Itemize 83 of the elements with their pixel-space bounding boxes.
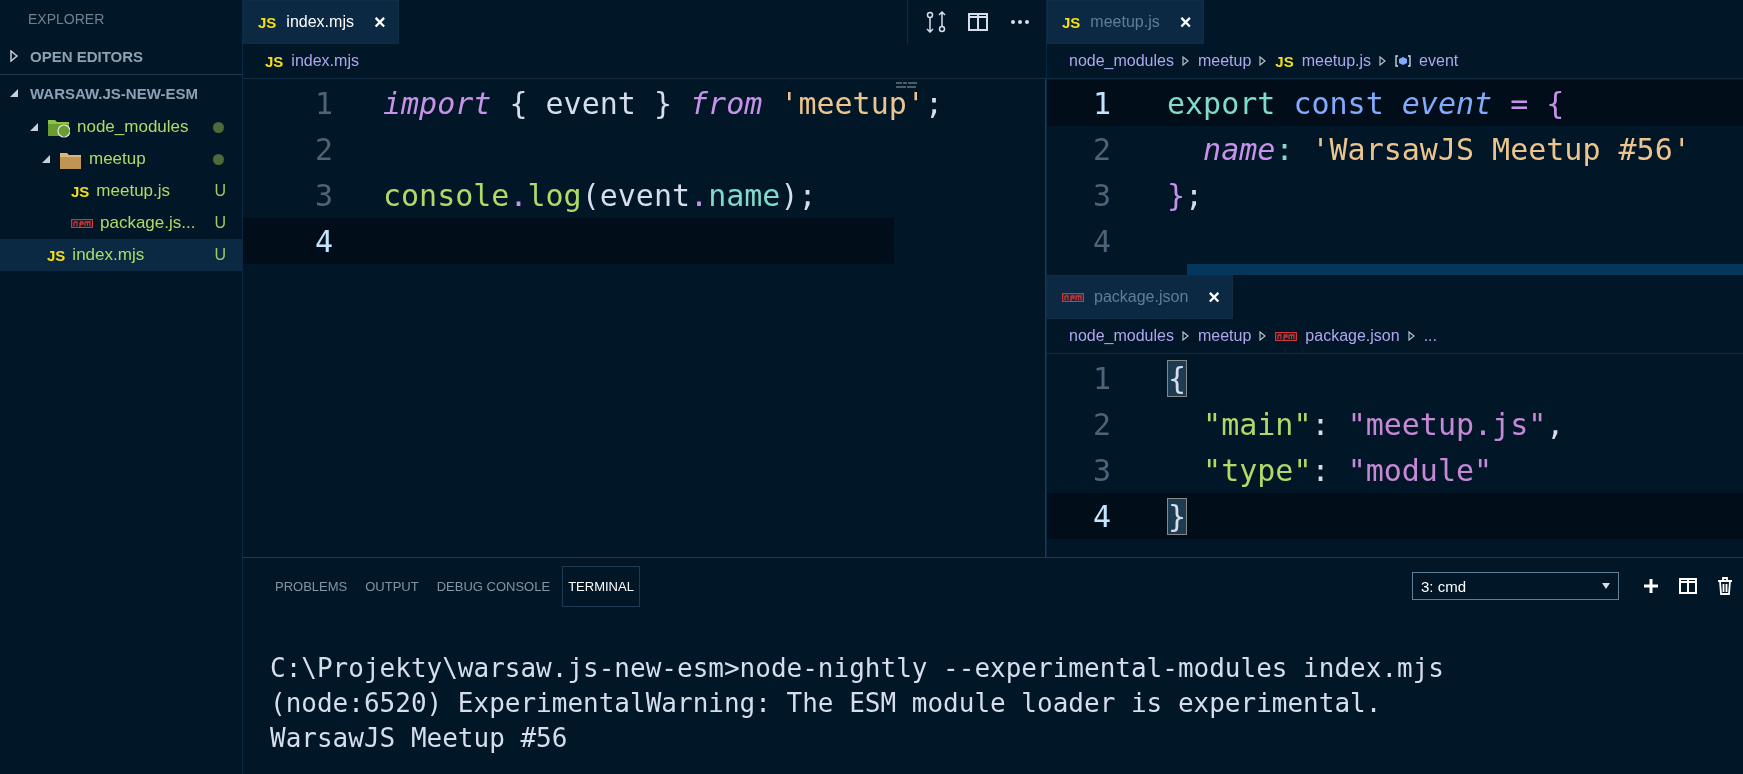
code-line: }; <box>1167 177 1204 213</box>
close-button[interactable]: × <box>1208 285 1220 309</box>
js-file-icon: JS <box>1275 52 1294 70</box>
breadcrumb-item[interactable]: meetup.js <box>1301 52 1372 70</box>
line-number: 2 <box>1091 131 1112 167</box>
chevron-right-icon <box>1181 331 1190 341</box>
horizontal-scrollbar[interactable] <box>1187 264 1743 275</box>
breadcrumb-item[interactable]: node_modules <box>1069 327 1174 345</box>
npm-file-icon <box>1275 331 1298 341</box>
trash-icon <box>1717 577 1733 595</box>
expanded-arrow-icon <box>8 87 20 99</box>
tree-item[interactable]: node_modules <box>0 111 242 143</box>
editor-tab[interactable]: package.json × <box>1047 275 1233 319</box>
tree-item[interactable]: meetup <box>0 143 242 175</box>
close-button[interactable]: × <box>1179 10 1192 34</box>
collapsed-arrow-icon <box>8 50 20 62</box>
breadcrumb-item[interactable]: meetup <box>1197 52 1252 70</box>
chevron-right-icon <box>1181 56 1190 66</box>
line-number: 3 <box>1091 452 1112 488</box>
js-file-icon: JS <box>47 246 66 264</box>
tree-item[interactable]: JS index.mjs U <box>0 239 242 271</box>
line-number: 2 <box>313 131 334 167</box>
js-file-icon: JS <box>265 52 284 70</box>
line-number: 4 <box>1091 223 1112 259</box>
close-button[interactable]: × <box>373 10 386 34</box>
js-file-icon: JS <box>258 13 277 31</box>
minimap-drawing <box>896 81 918 89</box>
js-file-icon: JS <box>71 182 90 200</box>
npm-file-icon <box>1062 292 1084 302</box>
chevron-right-icon <box>1379 56 1388 66</box>
expanded-arrow-icon <box>28 121 40 133</box>
terminal-line: (node:6520) ExperimentalWarning: The ESM module loader is experimental. <box>270 687 1383 720</box>
editor-tab[interactable]: JS meetup.js × <box>1047 0 1205 44</box>
panel-tab[interactable]: TERMINAL <box>562 565 640 607</box>
section-header[interactable]: WARSAW.JS-NEW-ESM <box>0 74 242 111</box>
terminal-line: WarsawJS Meetup #56 <box>270 722 569 755</box>
editor-tab[interactable]: JS index.mjs × <box>243 0 399 44</box>
breadcrumb-item[interactable]: index.mjs <box>291 52 359 70</box>
git-status: U <box>214 214 226 232</box>
code-line: name: 'WarsawJS Meetup #56' <box>1202 131 1691 167</box>
line-number: 3 <box>313 177 334 213</box>
section-header[interactable]: OPEN EDITORS <box>0 38 242 74</box>
git-status: U <box>214 182 226 200</box>
panel-tab[interactable]: OUTPUT <box>359 565 425 607</box>
more-actions-icon <box>1010 19 1030 25</box>
line-number: 1 <box>1091 360 1112 396</box>
chevron-right-icon <box>1259 56 1268 66</box>
npm-file-icon <box>71 218 93 228</box>
breadcrumb-item[interactable]: node_modules <box>1069 52 1174 70</box>
line-number: 4 <box>1091 498 1112 534</box>
terminal-dropdown[interactable]: 3: cmd <box>1412 572 1619 600</box>
line-number: 2 <box>1091 406 1112 442</box>
split-editor-icon <box>968 13 988 31</box>
breadcrumb-item[interactable]: package.json <box>1305 327 1400 345</box>
terminal-line: C:\Projekty\warsaw.js-new-esm>node-nightly --experimental-modules index.mjs <box>270 652 1445 685</box>
dropdown-caret-icon <box>1602 583 1610 589</box>
breadcrumb-item[interactable]: ... <box>1423 327 1437 345</box>
git-status: U <box>214 246 226 264</box>
code-line: export const event = { <box>1167 85 1565 121</box>
chevron-right-icon <box>1259 331 1268 341</box>
chevron-right-icon <box>1407 331 1416 341</box>
line-number: 3 <box>1091 177 1112 213</box>
plus-icon <box>1643 578 1659 594</box>
js-file-icon: JS <box>1062 13 1081 31</box>
code-line: "main": "meetup.js", <box>1202 406 1565 442</box>
panel-tab[interactable]: DEBUG CONSOLE <box>430 565 557 607</box>
expanded-arrow-icon <box>40 153 52 165</box>
sidebar-title: EXPLORER <box>27 10 106 29</box>
breadcrumb-item[interactable]: meetup <box>1197 327 1252 345</box>
line-number: 1 <box>1091 85 1112 121</box>
line-number: 4 <box>313 223 334 259</box>
panel-tab[interactable]: PROBLEMS <box>269 565 354 607</box>
tree-item[interactable]: JS meetup.js U <box>0 175 242 207</box>
breadcrumb-item[interactable]: event <box>1419 52 1459 70</box>
split-terminal-icon <box>1679 578 1697 594</box>
line-number: 1 <box>313 85 334 121</box>
compare-changes-icon <box>926 11 946 33</box>
code-line: import { event } from 'meetup'; <box>383 85 943 121</box>
code-line: "type": "module" <box>1202 452 1493 488</box>
symbol-icon <box>1395 55 1412 67</box>
vertical-scrollbar[interactable] <box>1045 79 1046 557</box>
tree-item[interactable]: package.js... U <box>0 207 242 239</box>
code-line: console.log(event.name); <box>383 177 817 213</box>
